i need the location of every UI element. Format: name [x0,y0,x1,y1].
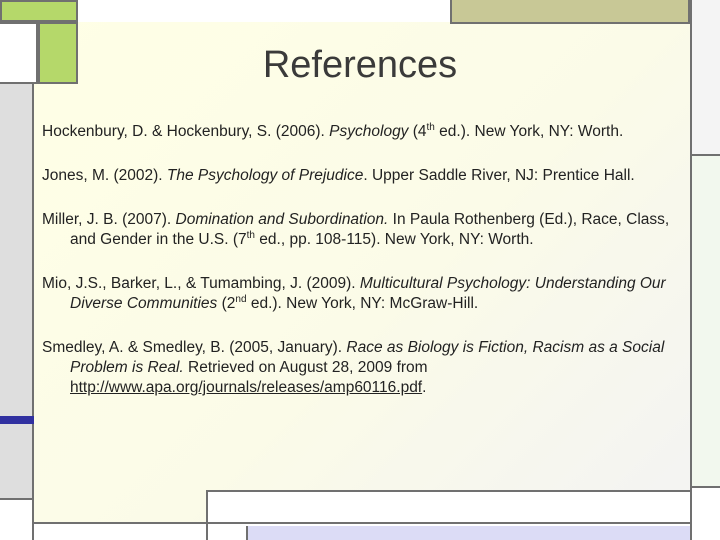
reference-text: ed.). New York, NY: Worth. [434,123,624,140]
reference-authors: Hockenbury, D. & Hockenbury, S. (2006). [42,123,330,140]
deco-lavender-bar [246,526,690,540]
reference-text: (2 [217,295,236,312]
page-title: References [262,44,458,86]
references-list: Hockenbury, D. & Hockenbury, S. (2006). … [42,122,692,422]
deco-blue-bar [0,416,34,424]
reference-link[interactable]: http://www.apa.org/journals/releases/amp… [70,379,422,396]
reference-title: Domination and Subordination. [175,211,389,228]
reference-authors: Smedley, A. & Smedley, B. (2005, January… [42,339,347,356]
deco-green-block [0,0,78,22]
reference-superscript: th [426,121,435,133]
deco-gray-line-right [690,486,720,540]
deco-bottom-line [34,522,690,524]
reference-title: The Psychology of Prejudice [166,167,364,184]
reference-item: Mio, J.S., Barker, L., & Tumambing, J. (… [42,274,692,314]
reference-text: . [422,379,427,396]
reference-text: Retrieved on August 28, 2009 from [183,359,428,376]
reference-authors: Miller, J. B. (2007). [42,211,176,228]
reference-text: (4 [408,123,427,140]
slide: References Hockenbury, D. & Hockenbury, … [0,0,720,540]
deco-left-strip [0,84,34,498]
reference-superscript: th [246,229,255,241]
reference-superscript: nd [235,293,247,305]
reference-text: ed., pp. 108-115). New York, NY: Worth. [254,231,534,248]
reference-text: . Upper Saddle River, NJ: Prentice Hall. [363,167,635,184]
reference-text: ed.). New York, NY: McGraw-Hill. [246,295,479,312]
reference-item: Hockenbury, D. & Hockenbury, S. (2006). … [42,122,692,142]
deco-olive-block [450,0,690,24]
reference-title: Psychology [329,123,409,140]
deco-left-bottom-box [0,498,34,540]
reference-authors: Jones, M. (2002). [42,167,167,184]
deco-light-green-strip [690,156,720,496]
reference-authors: Mio, J.S., Barker, L., & Tumambing, J. (… [42,275,360,292]
reference-item: Jones, M. (2002). The Psychology of Prej… [42,166,692,186]
reference-item: Miller, J. B. (2007). Domination and Sub… [42,210,692,250]
reference-item: Smedley, A. & Smedley, B. (2005, January… [42,338,692,398]
